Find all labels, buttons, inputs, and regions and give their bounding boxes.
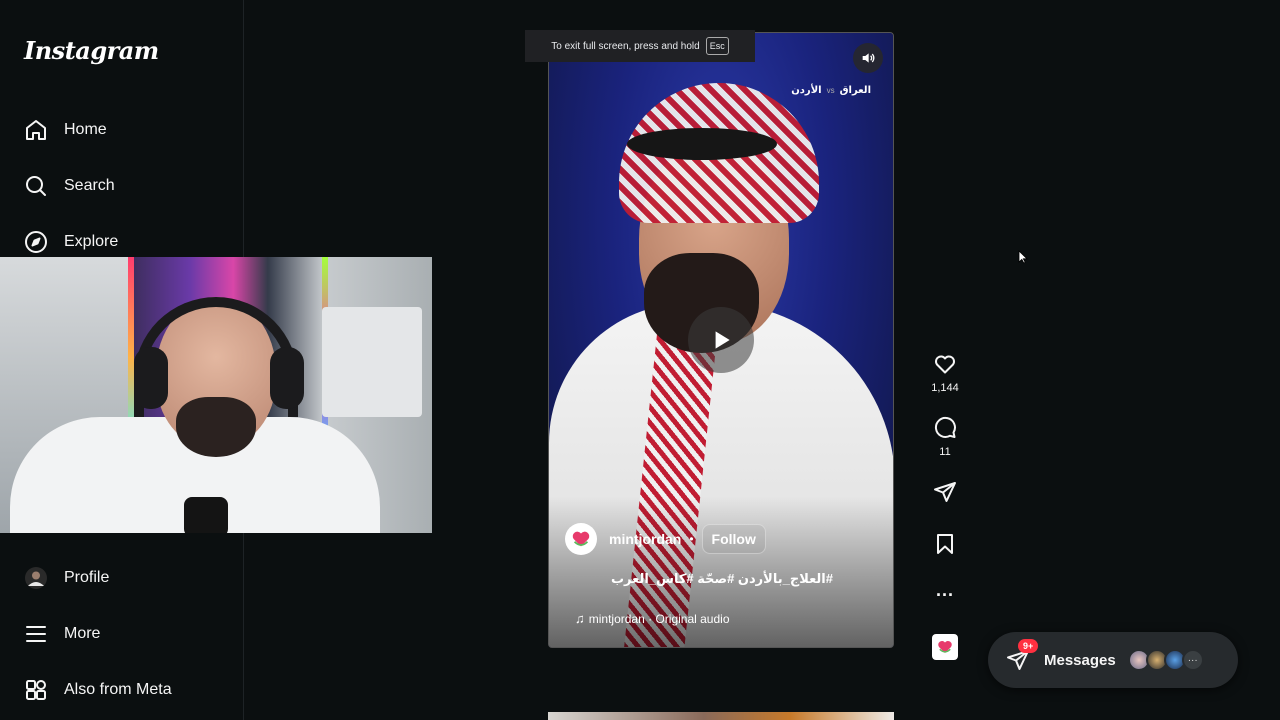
play-icon: [715, 331, 730, 349]
like-button[interactable]: 1,144: [920, 352, 970, 394]
grid-icon: [24, 678, 48, 702]
avatar: [24, 566, 48, 590]
headphone-cup: [134, 347, 168, 409]
page: Instagram Home Search Explore Profile Mo…: [0, 0, 1280, 720]
sidebar-item-label: Also from Meta: [64, 681, 172, 698]
webcam-shelf: [322, 307, 422, 417]
mute-button[interactable]: [853, 43, 883, 73]
music-note-icon: ♫: [575, 611, 585, 626]
team-a: الأردن: [791, 85, 822, 96]
sidebar-item-search[interactable]: Search: [24, 170, 115, 202]
instagram-logo[interactable]: Instagram: [24, 36, 159, 65]
next-reel-preview[interactable]: [548, 712, 894, 720]
follow-button[interactable]: Follow: [701, 524, 766, 554]
separator: •: [689, 532, 694, 546]
messenger-icon: 9+: [1006, 639, 1039, 672]
heart-logo-icon: [938, 641, 952, 653]
match-badge: الأردن vs العراق: [791, 85, 871, 96]
reel-agal: [627, 128, 777, 160]
headphone-cup: [270, 347, 304, 409]
share-button[interactable]: [920, 480, 970, 504]
audio-thumbnail[interactable]: [932, 634, 958, 660]
sidebar-item-label: Profile: [64, 569, 110, 586]
fullscreen-tip: To exit full screen, press and hold Esc: [525, 30, 755, 62]
comment-count: 11: [939, 446, 951, 458]
audio-link[interactable]: ♫ mintjordan · Original audio: [575, 611, 730, 626]
sidebar-item-label: Explore: [64, 233, 119, 250]
sidebar-item-label: Home: [64, 121, 107, 138]
author-row: mintjordan • Follow: [565, 523, 766, 555]
reel-video[interactable]: الأردن vs العراق mintjordan • Follow #ال…: [548, 32, 894, 648]
messages-label: Messages: [1044, 651, 1116, 669]
author-avatar[interactable]: [565, 523, 597, 555]
search-icon: [24, 174, 48, 198]
sidebar-item-explore[interactable]: Explore: [24, 226, 118, 258]
fullscreen-tip-text: To exit full screen, press and hold: [551, 40, 700, 52]
sidebar-item-also-from-meta[interactable]: Also from Meta: [24, 674, 172, 706]
home-icon: [24, 118, 48, 142]
author-name[interactable]: mintjordan: [609, 531, 681, 547]
sidebar-item-home[interactable]: Home: [24, 114, 107, 146]
message-avatars: ···: [1127, 649, 1204, 671]
save-button[interactable]: [920, 532, 970, 556]
sidebar-item-profile[interactable]: Profile: [24, 562, 109, 594]
esc-key: Esc: [705, 37, 729, 55]
reel-caption[interactable]: #العلاج_بالأردن #صحّة #كاس_العرب: [549, 571, 893, 587]
messages-button[interactable]: 9+ Messages ···: [988, 632, 1238, 688]
play-button[interactable]: [688, 307, 754, 373]
sidebar-item-more[interactable]: More: [24, 618, 100, 650]
vs-label: vs: [826, 86, 835, 95]
team-b: العراق: [839, 85, 871, 96]
share-icon: [934, 482, 956, 502]
more-icon: ...: [935, 580, 954, 600]
volume-icon: [862, 53, 875, 63]
more-options-button[interactable]: ...: [920, 580, 970, 601]
sidebar-item-label: Search: [64, 177, 115, 194]
webcam-overlay: [0, 257, 432, 533]
comment-button[interactable]: 11: [920, 416, 970, 458]
heart-icon: [935, 355, 955, 374]
mouse-cursor-icon: [1018, 250, 1028, 264]
heart-logo-icon: [572, 531, 590, 547]
more-avatars-icon: ···: [1181, 649, 1204, 671]
menu-icon: [24, 622, 48, 646]
microphone: [184, 497, 228, 533]
audio-label: mintjordan · Original audio: [588, 611, 730, 626]
sidebar-item-label: More: [64, 625, 101, 642]
bookmark-icon: [937, 534, 953, 554]
comment-icon: [934, 416, 956, 438]
compass-icon: [24, 230, 48, 254]
like-count: 1,144: [931, 382, 959, 394]
unread-badge: 9+: [1018, 639, 1039, 653]
